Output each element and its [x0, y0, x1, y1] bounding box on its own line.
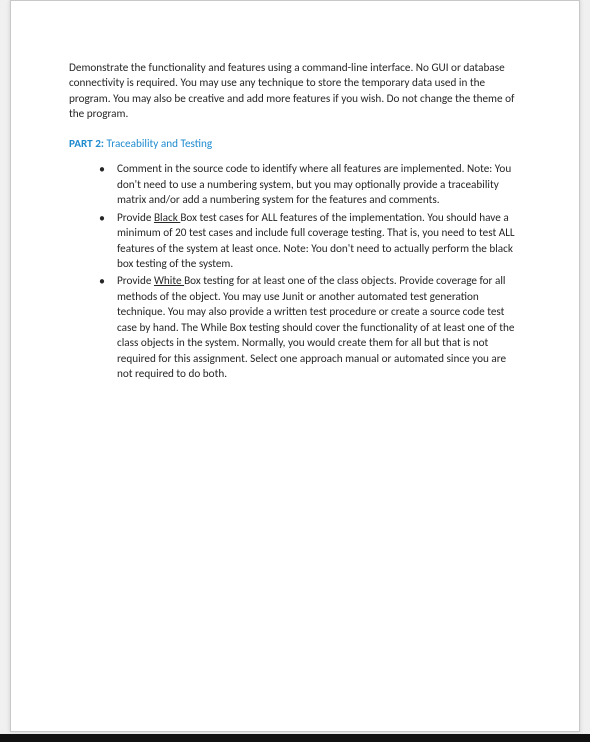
part-title: Traceability and Testing: [107, 137, 213, 151]
bullet-underline: Black: [154, 211, 180, 225]
bullet-underline: White: [154, 274, 184, 288]
bullet-text: Comment in the source code to identify w…: [117, 162, 511, 207]
requirements-list: Comment in the source code to identify w…: [69, 162, 521, 382]
bullet-pre: Provide: [117, 211, 154, 225]
part-heading: PART 2: Traceability and Testing: [69, 137, 521, 152]
list-item: Comment in the source code to identify w…: [103, 162, 521, 208]
document-page: Demonstrate the functionality and featur…: [10, 0, 580, 732]
document-viewport: Demonstrate the functionality and featur…: [0, 0, 590, 742]
bullet-post: Box testing for at least one of the clas…: [117, 274, 514, 381]
bottom-bar: [0, 734, 590, 742]
list-item: Provide White Box testing for at least o…: [103, 274, 521, 382]
intro-paragraph: Demonstrate the functionality and featur…: [69, 61, 521, 123]
part-label: PART 2:: [69, 137, 104, 151]
bullet-pre: Provide: [117, 274, 154, 288]
list-item: Provide Black Box test cases for ALL fea…: [103, 211, 521, 273]
